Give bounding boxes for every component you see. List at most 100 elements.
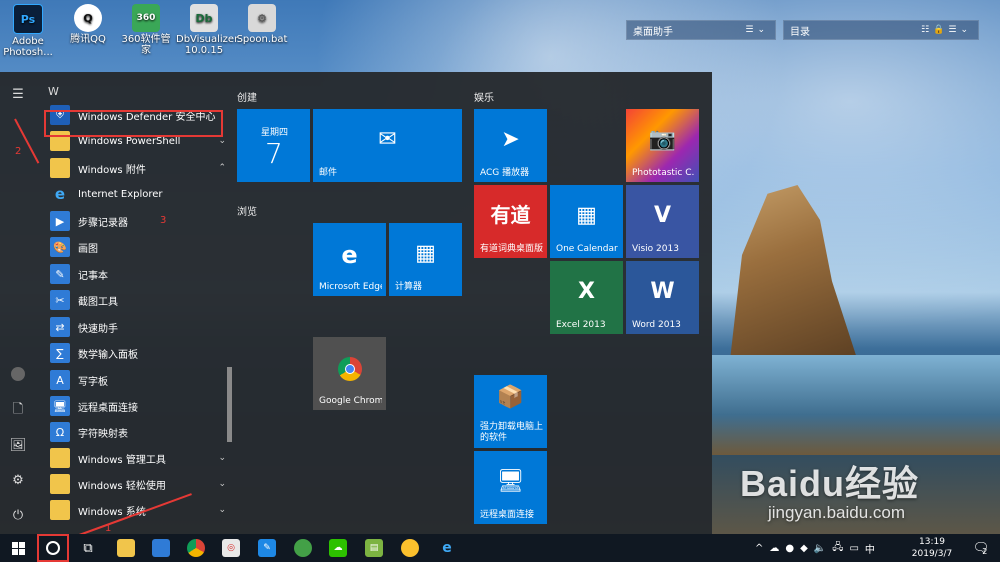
tile-microsoft-edge[interactable]: e Microsoft Edge: [313, 223, 386, 296]
pictures-icon[interactable]: 🖼: [9, 436, 27, 454]
bat-file-icon: ⚙: [248, 4, 276, 32]
app-character-map[interactable]: Ω 字符映射表: [50, 420, 226, 444]
taskbar-clock[interactable]: 13:19 2019/3/7: [910, 536, 954, 560]
app-quick-assist[interactable]: ⇄ 快速助手: [50, 315, 226, 339]
tile-youdao-dictionary[interactable]: 有道 有道词典桌面版: [474, 185, 547, 258]
app-math-input-panel[interactable]: ∑ 数学输入面板: [50, 341, 226, 365]
app-paint[interactable]: 🎨 画图: [50, 235, 226, 259]
tile-one-calendar[interactable]: ▦ One Calendar: [550, 185, 623, 258]
chrome-taskbar-icon[interactable]: [187, 539, 205, 557]
app-list: W ⛨ Windows Defender 安全中心 Windows PowerS…: [36, 72, 234, 534]
hamburger-menu-icon[interactable]: ☰: [9, 85, 27, 103]
notes-taskbar-icon[interactable]: ▤: [365, 539, 383, 557]
desktop-icon-label: DbVisualizer 10.0.15: [176, 34, 239, 56]
tile-calculator[interactable]: ▦ 计算器: [389, 223, 462, 296]
app-label: 快速助手: [78, 323, 118, 335]
desktop-icon-photoshop[interactable]: Ps Adobe Photosh...: [0, 4, 56, 58]
character-map-icon: Ω: [50, 422, 70, 442]
app-windows-system[interactable]: Windows 系统 ⌄: [50, 498, 226, 522]
tile-label: Google Chrome: [319, 396, 382, 406]
remote-desktop-taskbar-icon[interactable]: [152, 539, 170, 557]
widget-tools-icon[interactable]: ☷🔒☰⌄: [921, 25, 972, 35]
tray-cloud-icon[interactable]: ☁: [769, 543, 779, 554]
tray-battery-icon[interactable]: ▭: [849, 543, 858, 554]
tile-excel[interactable]: X Excel 2013: [550, 261, 623, 334]
app-notepad[interactable]: ✎ 记事本: [50, 262, 226, 286]
start-button[interactable]: [2, 534, 34, 562]
app-snipping-tool[interactable]: ✂ 截图工具: [50, 288, 226, 312]
app-windows-ease-of-access[interactable]: Windows 轻松使用 ⌄: [50, 472, 226, 496]
app-taskbar-icon[interactable]: [294, 539, 312, 557]
tile-visio[interactable]: V Visio 2013: [626, 185, 699, 258]
scrollbar-thumb[interactable]: [227, 367, 232, 442]
annotation-step-3: 3: [160, 215, 167, 226]
desktop-widget-assistant[interactable]: 桌面助手 ☰⌄: [626, 20, 776, 40]
user-account-icon[interactable]: [9, 365, 27, 383]
desktop-icon-label: 腾讯QQ: [70, 34, 106, 45]
widget-title: 目录: [790, 26, 810, 38]
app-label: Windows 附件: [78, 164, 146, 176]
cortana-search-button[interactable]: [37, 534, 69, 562]
app-label: 步骤记录器: [78, 217, 128, 229]
browser-taskbar-icon[interactable]: ◎: [222, 539, 240, 557]
app-remote-desktop[interactable]: 🖥 远程桌面连接: [50, 394, 226, 418]
tile-calendar[interactable]: 星期四 7: [237, 109, 310, 182]
tile-phototastic[interactable]: 📷 Phototastic C...: [626, 109, 699, 182]
qq-taskbar-icon[interactable]: [401, 539, 419, 557]
calendar-date: 7: [265, 137, 283, 170]
annotation-step-2: 2: [15, 146, 22, 157]
power-icon[interactable]: ⏻: [9, 506, 27, 524]
edit-taskbar-icon[interactable]: ✎: [258, 539, 276, 557]
desktop-widget-catalog[interactable]: 目录 ☷🔒☰⌄: [783, 20, 979, 40]
windows-logo-icon: [11, 541, 25, 555]
app-label: Windows PowerShell: [78, 135, 181, 147]
wechat-icon[interactable]: ☁: [329, 539, 347, 557]
group-label-entertainment[interactable]: 娱乐: [474, 89, 494, 104]
tile-acg-player[interactable]: ➤ ACG 播放器: [474, 109, 547, 182]
app-windows-accessories[interactable]: Windows 附件 ⌃: [50, 156, 226, 180]
documents-icon[interactable]: 🗋: [9, 402, 27, 420]
app-label: 记事本: [78, 270, 108, 282]
app-windows-admin-tools[interactable]: Windows 管理工具 ⌄: [50, 446, 226, 470]
desktop-icon-label: Spoon.bat: [236, 34, 288, 45]
baidu-watermark: Baidu经验 jingyan.baidu.com: [740, 455, 990, 523]
app-internet-explorer[interactable]: e Internet Explorer: [50, 182, 226, 206]
calendar-grid-icon: ▦: [576, 203, 597, 228]
app-wordpad[interactable]: A 写字板: [50, 368, 226, 392]
desktop-icon-360[interactable]: 360 360软件管家: [118, 4, 174, 56]
internet-explorer-taskbar-icon[interactable]: e: [438, 539, 456, 557]
tile-remote-desktop[interactable]: 🖥 远程桌面连接: [474, 451, 547, 524]
dbvisualizer-icon: Db: [190, 4, 218, 32]
desktop-icon-spoon[interactable]: ⚙ Spoon.bat: [234, 4, 290, 45]
tile-mail[interactable]: ✉ 邮件: [313, 109, 462, 182]
settings-gear-icon[interactable]: ⚙: [9, 471, 27, 489]
desktop-icon-dbvisualizer[interactable]: Db DbVisualizer 10.0.15: [176, 4, 239, 56]
tile-uninstaller[interactable]: 📦 强力卸载电脑上的软件: [474, 375, 547, 448]
task-view-icon: ⧉: [83, 540, 93, 556]
app-steps-recorder[interactable]: ▶ 步骤记录器: [50, 209, 226, 233]
tile-label: ACG 播放器: [480, 168, 530, 178]
app-list-letter-header[interactable]: W: [48, 85, 59, 98]
cortana-circle-icon: [46, 541, 60, 555]
file-explorer-icon[interactable]: [117, 539, 135, 557]
start-menu: ☰ 🗋 🖼 ⚙ ⏻ W ⛨ Windows Defender 安全中心 Wind…: [0, 72, 712, 534]
tray-security-icon[interactable]: ◆: [800, 543, 808, 554]
group-label-create[interactable]: 创建: [237, 89, 257, 104]
group-label-browse[interactable]: 浏览: [237, 203, 257, 218]
widget-menu-icon[interactable]: ☰⌄: [745, 25, 769, 35]
desktop-icon-qq[interactable]: Q 腾讯QQ: [60, 4, 116, 45]
task-view-button[interactable]: ⧉: [72, 534, 104, 562]
input-language-indicator[interactable]: 中: [865, 541, 875, 556]
tile-word[interactable]: W Word 2013: [626, 261, 699, 334]
app-list-scrollbar[interactable]: [225, 72, 233, 534]
tray-app-icon[interactable]: ●: [785, 543, 794, 554]
notification-center-button[interactable]: 🗨 2: [964, 534, 996, 562]
tray-network-icon[interactable]: 🖧: [832, 540, 843, 557]
tile-label: 计算器: [395, 282, 423, 292]
notification-count: 2: [982, 546, 988, 556]
tray-expand-icon[interactable]: ^: [755, 543, 763, 554]
tray-sound-icon[interactable]: 🔈: [814, 543, 826, 554]
remote-desktop-icon: 🖥: [50, 396, 70, 416]
tile-label: 远程桌面连接: [480, 510, 535, 520]
tile-google-chrome[interactable]: Google Chrome: [313, 337, 386, 410]
